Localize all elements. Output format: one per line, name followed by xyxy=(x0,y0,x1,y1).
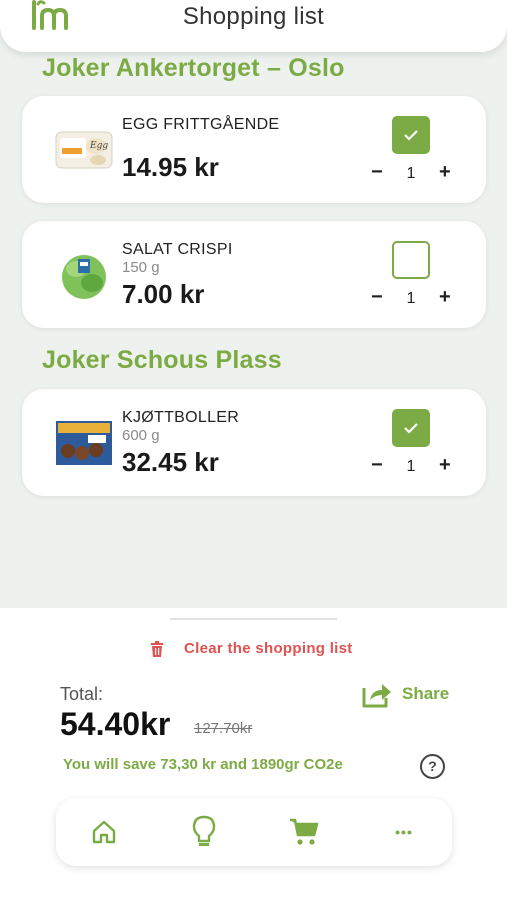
quantity-value: 1 xyxy=(406,458,416,475)
product-image-eggs: Egg xyxy=(55,131,113,169)
increase-button[interactable]: + xyxy=(439,160,451,184)
total-amount: 54.40kr xyxy=(60,706,171,742)
item-name: EGG FRITTGÅENDE xyxy=(122,116,280,133)
savings-text: You will save 73,30 kr and 1890gr CO2e xyxy=(63,756,343,773)
product-image-salad xyxy=(62,255,106,299)
list-item: KJØTTBOLLER 600 g 32.45 kr − 1 + xyxy=(22,389,486,496)
item-name: KJØTTBOLLER xyxy=(122,409,240,426)
item-checkbox[interactable] xyxy=(392,116,430,154)
lightbulb-icon xyxy=(192,815,216,846)
increase-button[interactable]: + xyxy=(439,285,451,309)
item-checkbox[interactable] xyxy=(392,409,430,447)
item-weight: 150 g xyxy=(122,259,160,276)
share-icon xyxy=(362,684,391,708)
nav-more[interactable]: ••• xyxy=(382,798,426,866)
list-item: Egg EGG FRITTGÅENDE 14.95 kr − 1 + xyxy=(22,96,486,203)
check-icon xyxy=(404,423,418,434)
svg-text:Egg: Egg xyxy=(89,141,108,151)
item-checkbox[interactable] xyxy=(392,241,430,279)
item-price: 7.00 kr xyxy=(122,279,205,309)
original-total: 127.70kr xyxy=(194,720,253,737)
more-icon: ••• xyxy=(395,824,413,840)
increase-button[interactable]: + xyxy=(439,453,451,477)
check-icon xyxy=(404,130,418,141)
nav-cart[interactable] xyxy=(282,798,326,866)
total-label: Total: xyxy=(60,684,104,704)
item-price: 32.45 kr xyxy=(122,447,219,477)
summary-panel: Clear the shopping list Total: 54.40kr 1… xyxy=(0,608,507,900)
drag-handle[interactable] xyxy=(170,618,337,620)
app-header: Shopping list xyxy=(0,0,507,52)
clear-list-button[interactable]: Clear the shopping list xyxy=(150,640,353,657)
home-icon xyxy=(92,820,116,844)
page-title: Shopping list xyxy=(182,3,325,30)
bottom-nav: ••• xyxy=(56,798,452,866)
item-weight: 600 g xyxy=(122,427,160,444)
share-button[interactable]: Share xyxy=(360,678,449,710)
cart-icon xyxy=(290,818,319,845)
list-item: SALAT CRISPI 150 g 7.00 kr − 1 + xyxy=(22,221,486,328)
store-name: Joker Ankertorget – Oslo xyxy=(42,54,345,82)
product-image-meatballs xyxy=(56,421,112,465)
help-icon[interactable]: ? xyxy=(420,754,445,779)
store-name: Joker Schous Plass xyxy=(42,346,282,374)
share-label: Share xyxy=(402,684,450,703)
item-name: SALAT CRISPI xyxy=(122,241,233,258)
nav-tips[interactable] xyxy=(182,798,226,866)
decrease-button[interactable]: − xyxy=(371,453,383,477)
item-price: 14.95 kr xyxy=(122,152,219,182)
decrease-button[interactable]: − xyxy=(371,160,383,184)
quantity-value: 1 xyxy=(406,165,416,182)
nav-home[interactable] xyxy=(82,798,126,866)
trash-icon xyxy=(151,640,163,657)
quantity-value: 1 xyxy=(406,290,416,307)
decrease-button[interactable]: − xyxy=(371,285,383,309)
clear-list-label: Clear the shopping list xyxy=(184,640,353,657)
